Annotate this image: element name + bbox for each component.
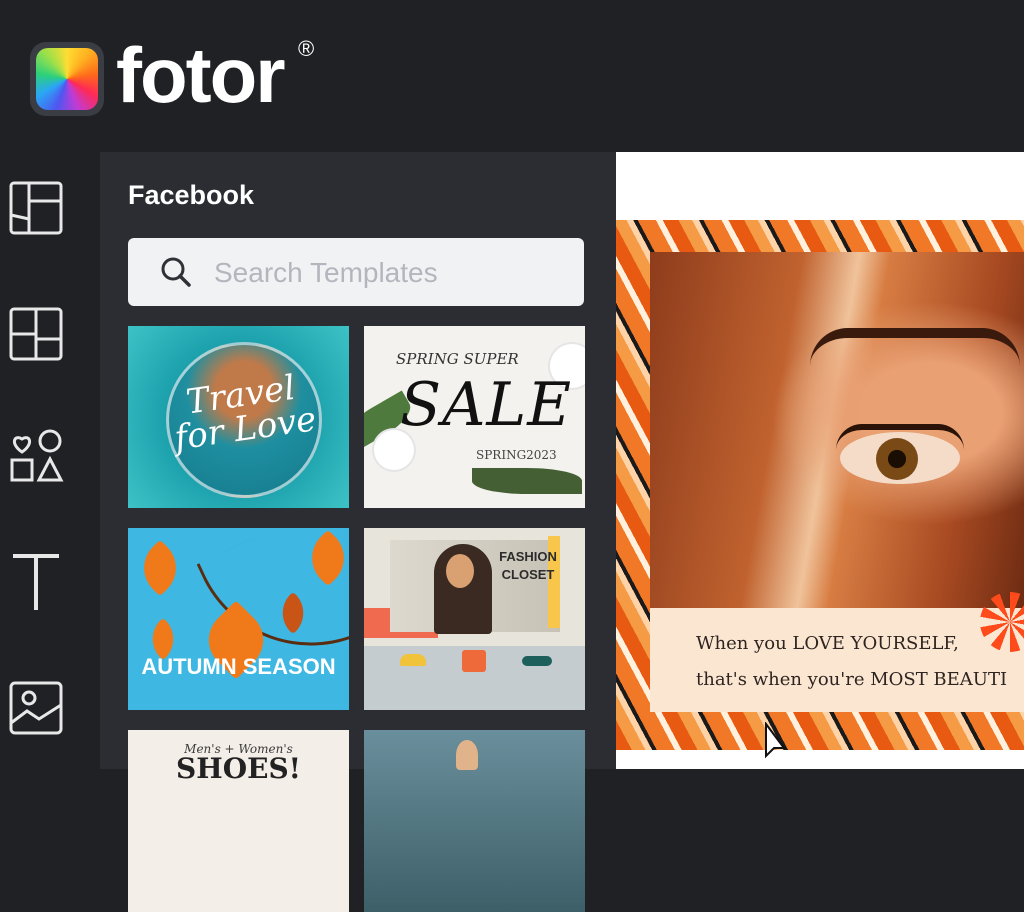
elements-icon [10, 429, 64, 482]
brand-name[interactable]: fotor [116, 30, 286, 120]
eyelid-shape [836, 424, 964, 450]
template-fashion-closet[interactable]: FASHION CLOSET [364, 528, 585, 710]
quote-box[interactable]: When you LOVE YOURSELF, that's when you'… [650, 592, 1024, 712]
template-text: CLOSET [501, 567, 555, 582]
design-photo[interactable] [650, 252, 1024, 610]
template-text: FASHION [499, 549, 557, 564]
quote-line-2: that's when you're MOST BEAUTI [696, 669, 1008, 690]
template-spring-sale[interactable]: SPRING SUPER SALE SPRING2023 [364, 326, 585, 508]
templates-icon [9, 181, 63, 235]
template-travel-for-love[interactable]: Travel for Love [128, 326, 349, 508]
template-autumn-season[interactable]: AUTUMN SEASON [128, 528, 349, 710]
template-text: SPRING SUPER [396, 350, 519, 368]
template-text: SPRING2023 [476, 448, 557, 462]
template-shoes[interactable]: Men's + Women's SHOES! [128, 730, 349, 912]
template-text: SALE [400, 370, 573, 440]
search-icon [161, 257, 191, 287]
text-icon [13, 554, 59, 610]
photos-icon [9, 681, 63, 735]
panel-title: Facebook [128, 180, 255, 210]
rail-photos[interactable] [0, 672, 72, 744]
rail-layout[interactable] [0, 298, 72, 370]
fotor-logo-icon[interactable] [30, 42, 104, 116]
registered-mark: ® [298, 36, 315, 61]
quote-line-1: When you LOVE YOURSELF, [696, 633, 959, 654]
template-text: AUTUMN SEASON [141, 654, 336, 679]
rail-elements[interactable] [0, 420, 72, 492]
eyebrow-shape [810, 328, 1020, 366]
search-input[interactable] [212, 252, 566, 294]
template-yoga[interactable] [364, 730, 585, 912]
rail-templates[interactable] [0, 172, 72, 244]
left-tool-rail [0, 152, 100, 769]
layout-icon [9, 307, 63, 361]
templates-panel: Facebook Travel for Love SPRING SUPER SA… [100, 152, 616, 912]
top-bar: fotor ® [0, 0, 1024, 152]
mouse-cursor-icon [765, 722, 786, 759]
search-box[interactable] [128, 238, 584, 306]
rail-text[interactable] [0, 546, 72, 618]
